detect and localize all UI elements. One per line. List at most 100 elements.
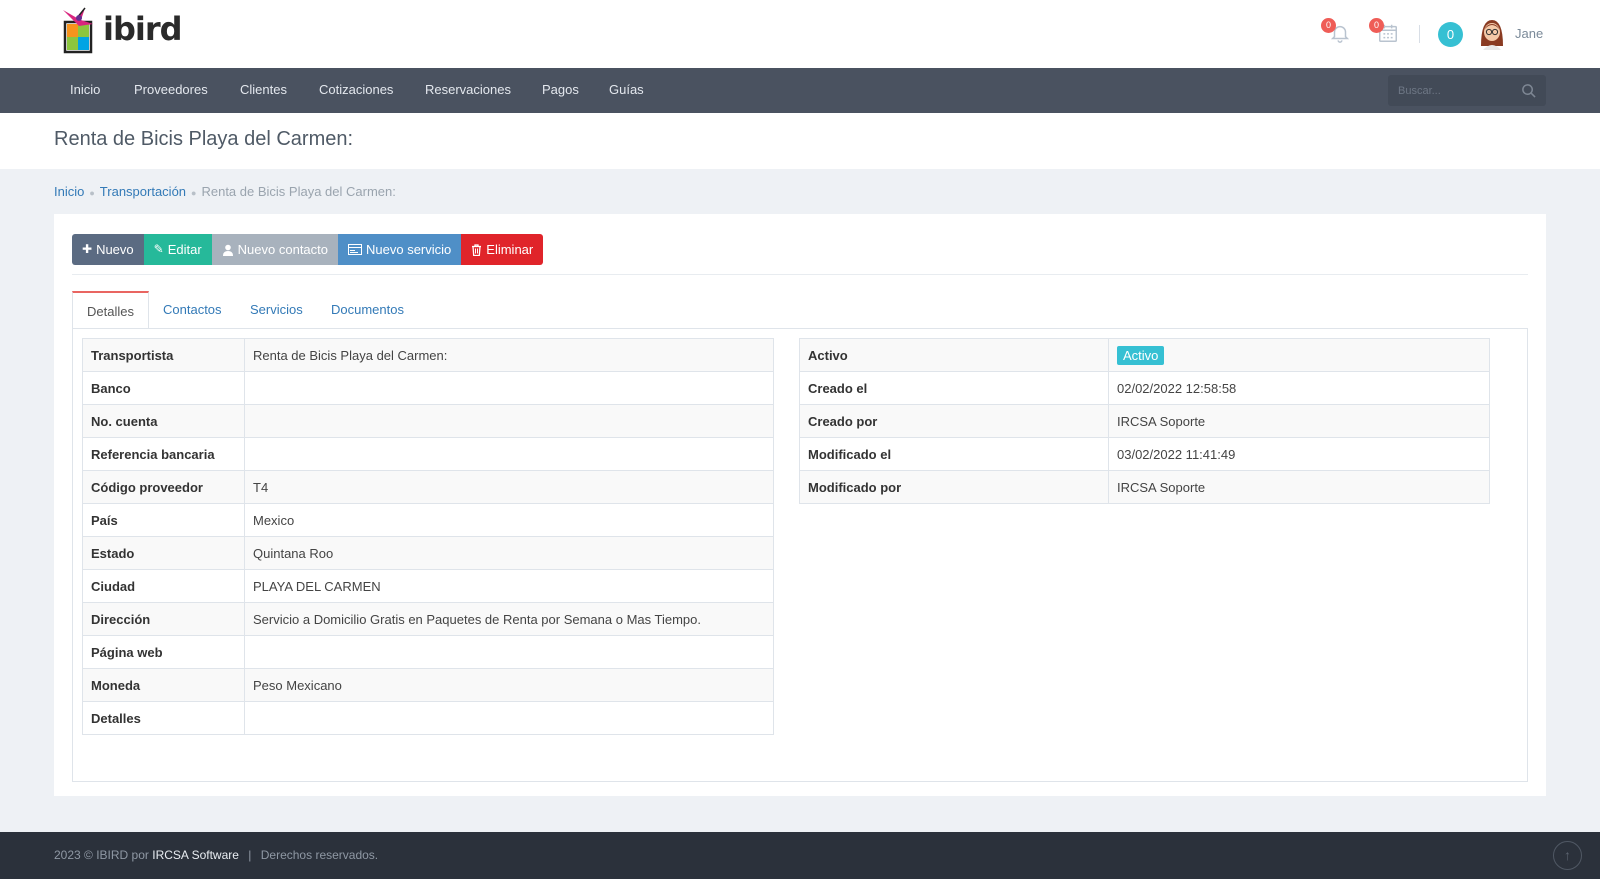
field-value: T4	[244, 470, 774, 504]
field-value: 03/02/2022 11:41:49	[1108, 437, 1490, 471]
table-row: Moneda Peso Mexicano	[82, 668, 774, 702]
nav-item-guias[interactable]: Guías	[609, 82, 644, 97]
status-badge: Activo	[1117, 345, 1165, 365]
field-value: IRCSA Soporte	[1108, 470, 1490, 504]
main-nav: Inicio Proveedores Clientes Cotizaciones…	[0, 68, 1600, 113]
username[interactable]: Jane	[1515, 26, 1543, 41]
new-service-button[interactable]: Nuevo servicio	[338, 234, 462, 265]
table-row: Activo Activo	[799, 338, 1490, 372]
nav-item-pagos[interactable]: Pagos	[542, 82, 579, 97]
notifications-button[interactable]: 0	[1321, 18, 1353, 46]
footer: 2023 © IBIRD por IRCSA Software | Derech…	[0, 832, 1600, 879]
field-label: Detalles	[82, 701, 245, 735]
field-value	[244, 635, 774, 669]
field-value: Renta de Bicis Playa del Carmen:	[244, 338, 774, 372]
field-value: Servicio a Domicilio Gratis en Paquetes …	[244, 602, 774, 636]
breadcrumb-inicio[interactable]: Inicio	[54, 184, 84, 199]
table-row: Código proveedor T4	[82, 470, 774, 504]
tab-contactos[interactable]: Contactos	[149, 291, 236, 329]
table-row: Modificado el 03/02/2022 11:41:49	[799, 437, 1490, 471]
field-value: 02/02/2022 12:58:58	[1108, 371, 1490, 405]
new-button[interactable]: ✚ Nuevo	[72, 234, 144, 265]
tab-detalles[interactable]: Detalles	[72, 291, 149, 329]
breadcrumb: Inicio ● Transportación ● Renta de Bicis Pla…	[54, 184, 396, 199]
footer-company-link[interactable]: IRCSA Software	[152, 848, 239, 862]
top-header: ibird 0 0 0 Jane	[0, 0, 1600, 68]
footer-text: 2023 © IBIRD por IRCSA Software | Derech…	[54, 848, 378, 862]
toolbar-divider	[72, 274, 1528, 275]
field-value	[244, 701, 774, 735]
notifications-badge: 0	[1321, 18, 1336, 33]
logo[interactable]: ibird	[55, 4, 205, 54]
field-value: IRCSA Soporte	[1108, 404, 1490, 438]
table-row: Banco	[82, 371, 774, 405]
breadcrumb-transportacion[interactable]: Transportación	[100, 184, 186, 199]
table-row: Referencia bancaria	[82, 437, 774, 471]
arrow-up-icon: ↑	[1564, 847, 1571, 863]
table-row: Modificado por IRCSA Soporte	[799, 470, 1490, 504]
table-row: Estado Quintana Roo	[82, 536, 774, 570]
breadcrumb-separator: ●	[89, 188, 95, 198]
calendar-badge: 0	[1369, 18, 1384, 33]
nav-item-inicio[interactable]: Inicio	[70, 82, 100, 97]
tab-servicios[interactable]: Servicios	[236, 291, 317, 329]
footer-separator: |	[248, 848, 252, 862]
field-value	[244, 371, 774, 405]
edit-button-label: Editar	[167, 242, 202, 257]
nav-item-proveedores[interactable]: Proveedores	[134, 82, 208, 97]
field-label: Transportista	[82, 338, 245, 372]
card-icon	[348, 244, 363, 255]
search-box	[1388, 75, 1546, 106]
field-value: PLAYA DEL CARMEN	[244, 569, 774, 603]
new-contact-button-label: Nuevo contacto	[237, 242, 329, 257]
table-row: Creado por IRCSA Soporte	[799, 404, 1490, 438]
nav-item-reservaciones[interactable]: Reservaciones	[425, 82, 511, 97]
new-contact-button[interactable]: Nuevo contacto	[211, 234, 339, 265]
field-value: Mexico	[244, 503, 774, 537]
footer-copyright: 2023 © IBIRD por	[54, 848, 149, 862]
avatar[interactable]	[1477, 16, 1507, 50]
table-row: Dirección Servicio a Domicilio Gratis en …	[82, 602, 774, 636]
page-title: Renta de Bicis Playa del Carmen:	[54, 128, 354, 150]
bird-logo-icon	[63, 7, 93, 54]
edit-button[interactable]: ✎ Editar	[143, 234, 212, 265]
table-row: Página web	[82, 635, 774, 669]
cart-count-badge[interactable]: 0	[1438, 22, 1463, 47]
table-row: Creado el 02/02/2022 12:58:58	[799, 371, 1490, 405]
field-value	[244, 437, 774, 471]
field-value: Quintana Roo	[244, 536, 774, 570]
field-label: Dirección	[82, 602, 245, 636]
field-label: Referencia bancaria	[82, 437, 245, 471]
search-input[interactable]	[1398, 83, 1508, 99]
field-label: País	[82, 503, 245, 537]
user-avatar-icon	[1481, 20, 1503, 50]
delete-button-label: Eliminar	[486, 242, 534, 257]
delete-button[interactable]: Eliminar	[461, 234, 544, 265]
field-label: Página web	[82, 635, 245, 669]
nav-item-clientes[interactable]: Clientes	[240, 82, 287, 97]
calendar-button[interactable]: 0	[1369, 18, 1401, 46]
field-label: Banco	[82, 371, 245, 405]
breadcrumb-separator: ●	[191, 188, 197, 198]
field-value	[244, 404, 774, 438]
field-label: Moneda	[82, 668, 245, 702]
footer-rights: Derechos reservados.	[260, 848, 379, 862]
user-icon	[222, 244, 233, 256]
tab-documentos[interactable]: Documentos	[317, 291, 418, 329]
field-label: Estado	[82, 536, 245, 570]
pencil-icon: ✎	[153, 242, 164, 256]
new-service-button-label: Nuevo servicio	[366, 242, 452, 257]
plus-icon: ✚	[82, 242, 93, 256]
field-label: Modificado el	[799, 437, 1109, 471]
field-label: Ciudad	[82, 569, 245, 603]
tab-content-detalles: Transportista Renta de Bicis Playa del Ca…	[72, 328, 1528, 782]
action-toolbar: ✚ Nuevo ✎ Editar Nuevo contacto Nuevo se…	[72, 234, 544, 265]
scroll-to-top-button[interactable]: ↑	[1553, 841, 1582, 870]
nav-item-cotizaciones[interactable]: Cotizaciones	[319, 82, 393, 97]
search-icon[interactable]	[1521, 83, 1536, 98]
new-button-label: Nuevo	[96, 242, 134, 257]
field-label: Creado por	[799, 404, 1109, 438]
table-row: No. cuenta	[82, 404, 774, 438]
breadcrumb-current: Renta de Bicis Playa del Carmen:	[201, 184, 396, 199]
title-bar: Renta de Bicis Playa del Carmen:	[0, 113, 1600, 169]
